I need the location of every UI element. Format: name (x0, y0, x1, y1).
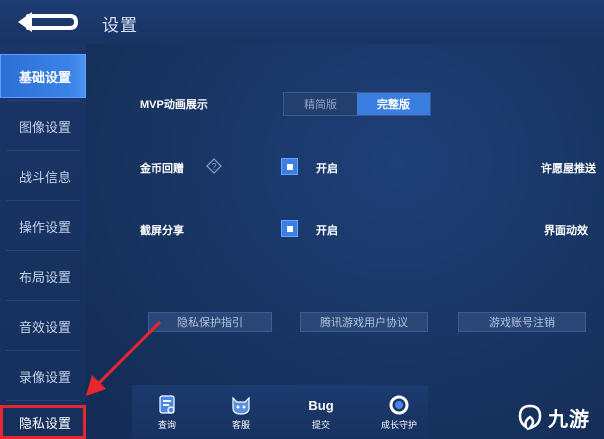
user-agreement-button[interactable]: 腾讯游戏用户协议 (300, 312, 428, 332)
privacy-guide-button[interactable]: 隐私保护指引 (148, 312, 272, 332)
back-arrow-icon (18, 12, 79, 32)
back-button[interactable] (4, 2, 84, 42)
sidebar: 基础设置 图像设置 战斗信息 操作设置 布局设置 音效设置 录像设置 隐私设置 (0, 44, 87, 439)
bottom-item-label: 查询 (157, 420, 176, 430)
watermark-icon (518, 404, 542, 431)
watermark-text: 九游 (548, 408, 590, 431)
sidebar-item-sound[interactable]: 音效设置 (0, 304, 86, 348)
sidebar-item-label: 隐私设置 (18, 415, 71, 431)
mvp-animation-toggle: 精简版 完整版 (283, 92, 431, 116)
ui-animation-label: 界面动效 (544, 225, 588, 237)
watermark-logo: 九游 (516, 400, 600, 434)
screenshot-share-label: 截屏分享 (140, 225, 184, 237)
bottom-item-label: 提交 (311, 420, 330, 430)
mvp-option-full[interactable]: 完整版 (357, 93, 430, 115)
bottom-item-label: 客服 (231, 420, 250, 430)
query-icon (155, 394, 179, 416)
bug-icon-text: Bug (308, 397, 334, 413)
page-title: 设置 (102, 16, 138, 35)
bottom-item-label: 成长守护 (380, 420, 417, 430)
svg-text:?: ? (211, 162, 216, 172)
sidebar-item-label: 音效设置 (18, 319, 71, 335)
sidebar-item-basic[interactable]: 基础设置 (0, 54, 86, 98)
sidebar-item-recording[interactable]: 录像设置 (0, 354, 86, 398)
query-button[interactable]: 查询 (142, 394, 192, 434)
sidebar-divider (6, 150, 80, 151)
sidebar-divider (6, 400, 80, 401)
top-bar: 设置 (0, 0, 604, 44)
gold-playback-checkbox[interactable] (281, 158, 298, 175)
sidebar-item-label: 操作设置 (18, 219, 71, 235)
sidebar-divider (6, 300, 80, 301)
screenshot-share-on-label: 开启 (316, 225, 338, 237)
customer-service-button[interactable]: 客服 (216, 394, 266, 434)
mvp-animation-label: MVP动画展示 (140, 99, 208, 111)
bug-submit-button[interactable]: Bug 提交 (296, 394, 346, 434)
sidebar-item-label: 基础设置 (18, 69, 71, 85)
wish-house-push-label: 许愿屋推送 (541, 163, 596, 175)
growth-guard-icon (387, 394, 411, 416)
help-icon[interactable]: ? (206, 158, 222, 174)
sidebar-item-battle-info[interactable]: 战斗信息 (0, 154, 86, 198)
gold-playback-on-label: 开启 (316, 163, 338, 175)
sidebar-divider (6, 100, 80, 101)
sidebar-item-label: 战斗信息 (18, 169, 71, 185)
growth-guard-button[interactable]: 成长守护 (374, 394, 424, 434)
sidebar-item-layout[interactable]: 布局设置 (0, 254, 86, 298)
sidebar-divider (6, 350, 80, 351)
customer-service-icon (229, 394, 253, 416)
bug-icon: Bug (308, 394, 334, 416)
screenshot-share-checkbox[interactable] (281, 220, 298, 237)
mvp-option-lite[interactable]: 精简版 (284, 93, 357, 115)
sidebar-item-controls[interactable]: 操作设置 (0, 204, 86, 248)
sidebar-item-label: 录像设置 (18, 369, 71, 385)
check-mark (286, 163, 293, 170)
sidebar-item-label: 图像设置 (18, 119, 71, 135)
sidebar-item-privacy[interactable]: 隐私设置 (0, 405, 86, 439)
gold-playback-label: 金币回赠 (140, 163, 184, 175)
sidebar-item-label: 布局设置 (18, 269, 71, 285)
sidebar-item-image[interactable]: 图像设置 (0, 104, 86, 148)
sidebar-divider (6, 250, 80, 251)
sidebar-divider (6, 200, 80, 201)
account-cancel-button[interactable]: 游戏账号注销 (458, 312, 586, 332)
check-mark (286, 225, 293, 232)
